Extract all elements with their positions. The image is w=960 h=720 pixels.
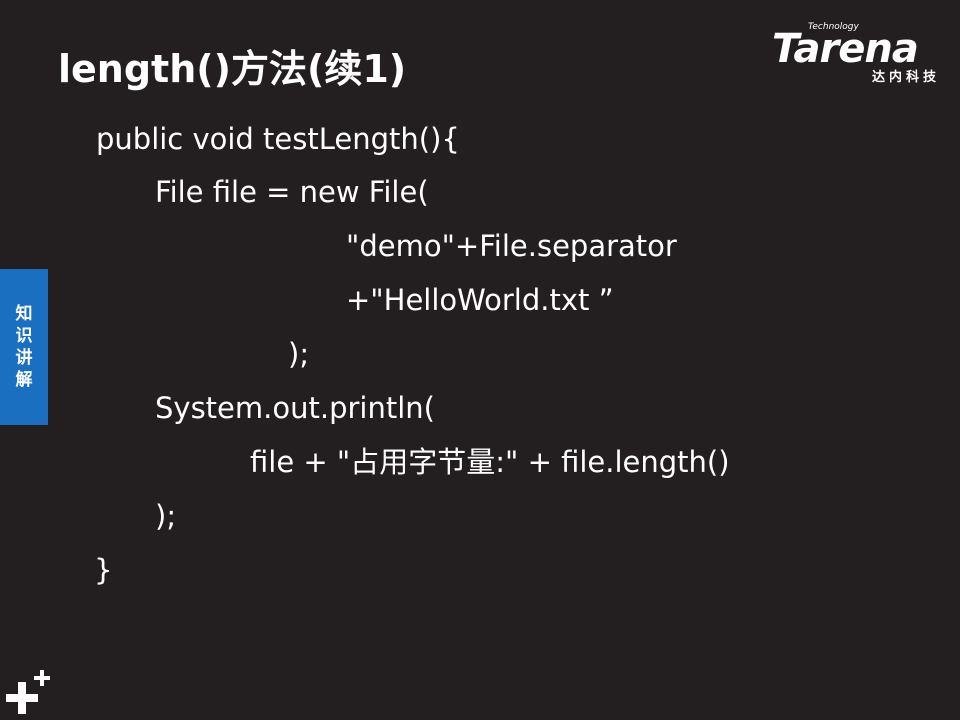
section-tab: 知 识 讲 解 [0,269,48,425]
code-line: +"HelloWorld.txt ” [346,283,614,317]
code-line: } [94,553,113,587]
code-line: File file = new File( [155,175,429,209]
section-tab-char: 讲 [15,348,33,368]
section-tab-char: 识 [15,326,33,346]
code-line: ); [288,337,310,371]
code-line: System.out.println( [155,391,435,425]
page-title: length()方法(续1) [58,47,407,91]
plus-icon [6,670,50,714]
logo-chinese-text: 达内科技 [871,70,940,85]
slide: length()方法(续1) Technology Tarena 达内科技 知 … [0,0,960,720]
section-tab-char: 知 [15,304,33,324]
section-tab-char: 解 [15,370,33,390]
code-line: file + "占用字节量:" + file.length() [250,445,730,479]
code-line: ); [155,499,177,533]
code-line: "demo"+File.separator [346,229,677,263]
tarena-logo: Technology Tarena 达内科技 [772,22,942,86]
code-line: public void testLength(){ [96,122,460,156]
